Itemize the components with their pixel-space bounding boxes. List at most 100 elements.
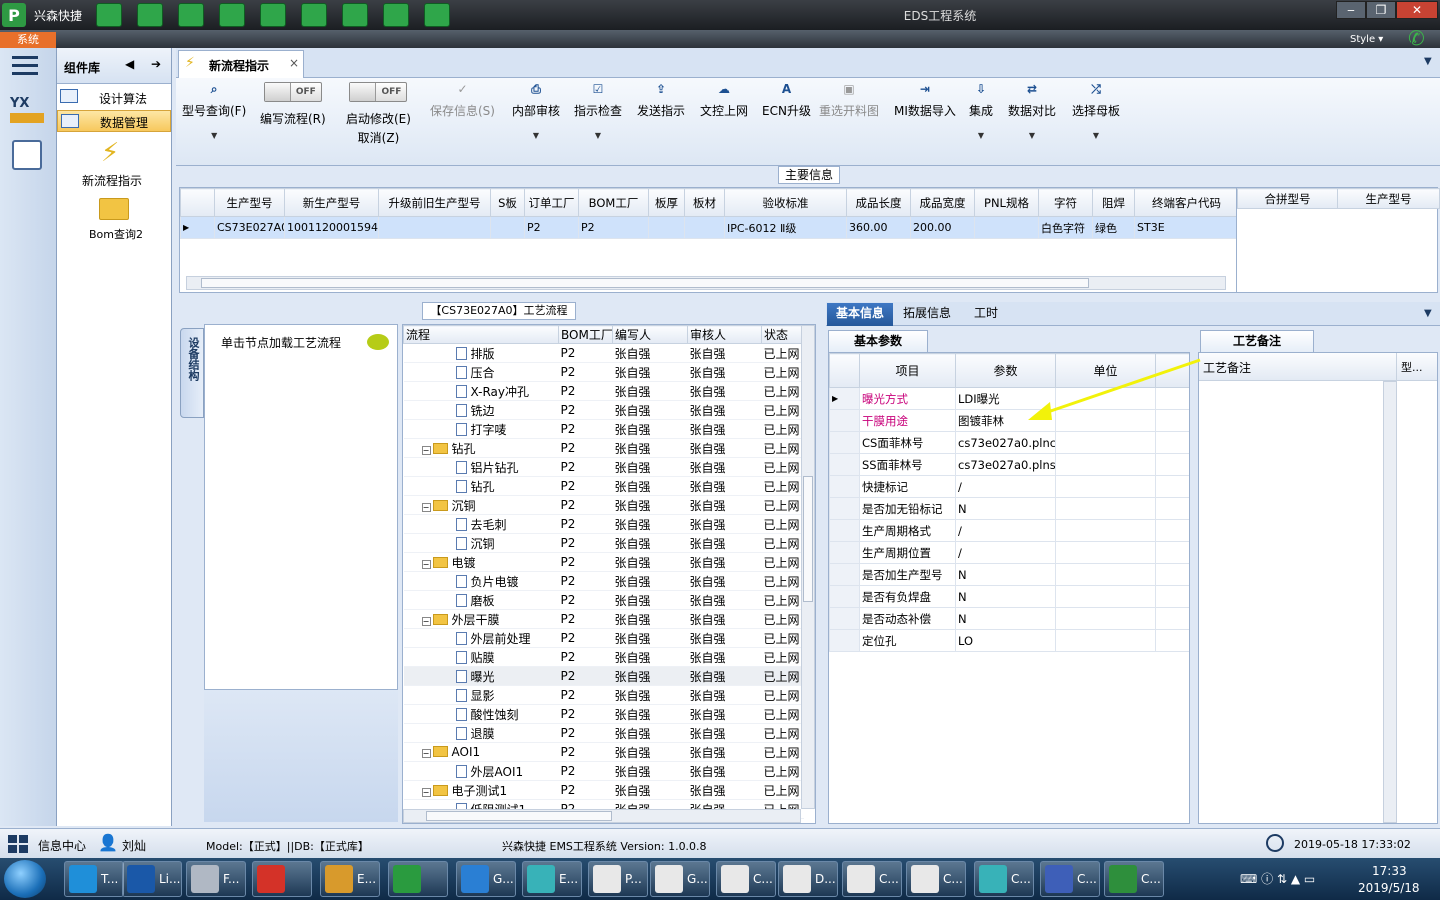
collapse-icon[interactable]: − (421, 502, 431, 512)
flow-reviewer-cell[interactable]: 张自强 (687, 400, 762, 420)
flow-writer-cell[interactable]: 张自强 (612, 476, 688, 496)
row-indicator[interactable] (829, 475, 860, 498)
flow-node[interactable]: − 电子测试1 (403, 780, 559, 800)
calculator-icon[interactable] (12, 140, 42, 170)
main-grid-header[interactable]: 成品宽度 (910, 188, 975, 217)
flow-reviewer-cell[interactable]: 张自强 (687, 571, 762, 591)
flow-bom-cell[interactable]: P2 (558, 685, 613, 705)
flow-node[interactable]: 钻孔 (403, 476, 559, 496)
flow-status-cell[interactable]: 已上网 (761, 457, 804, 477)
write-flow-toggle[interactable]: OFF 编写流程(R) (260, 82, 326, 127)
flow-status-cell[interactable]: 已上网 (761, 552, 804, 572)
flow-node[interactable]: 负片电镀 (403, 571, 559, 591)
flow-bom-cell[interactable]: P2 (558, 419, 613, 439)
flow-node[interactable]: 退膜 (403, 723, 559, 743)
flow-row[interactable]: 压合 P2 张自强 张自强 已上网 (403, 362, 804, 382)
flow-row[interactable]: 铣边 P2 张自强 张自强 已上网 (403, 400, 804, 420)
flow-node[interactable]: 去毛刺 (403, 514, 559, 534)
param-cell[interactable]: N (955, 563, 1056, 586)
close-button[interactable]: ✕ (1396, 1, 1438, 19)
flow-writer-cell[interactable]: 张自强 (612, 723, 688, 743)
main-grid-header[interactable]: 订单工厂 (524, 188, 579, 217)
flow-node[interactable]: − 电镀 (403, 552, 559, 572)
row-indicator[interactable] (829, 409, 860, 432)
param-cell[interactable] (1055, 453, 1156, 476)
flow-bom-cell[interactable]: P2 (558, 362, 613, 382)
flow-status-cell[interactable]: 已上网 (761, 362, 804, 382)
flow-row[interactable]: 外层AOI1 P2 张自强 张自强 已上网 (403, 761, 804, 781)
collapse-icon[interactable]: − (421, 559, 431, 569)
flow-writer-cell[interactable]: 张自强 (612, 647, 688, 667)
flow-node[interactable]: 沉铜 (403, 533, 559, 553)
taskbar-button[interactable]: C... (906, 861, 966, 897)
yx-factory-icon[interactable]: YX (10, 96, 44, 128)
param-cell[interactable]: / (955, 519, 1056, 542)
flow-row[interactable]: 打字唛 P2 张自强 张自强 已上网 (403, 419, 804, 439)
chart-icon[interactable] (424, 3, 450, 27)
collapse-icon[interactable]: − (421, 445, 431, 455)
param-cell[interactable] (1055, 475, 1156, 498)
flow-row[interactable]: 钻孔 P2 张自强 张自强 已上网 (403, 476, 804, 496)
flow-status-cell[interactable]: 已上网 (761, 666, 804, 686)
complib-item-design-algorithm[interactable]: 设计算法 (57, 86, 171, 108)
param-row[interactable]: 是否动态补偿 N (829, 607, 1189, 630)
flow-writer-cell[interactable]: 张自强 (612, 514, 688, 534)
flow-node[interactable]: 排版 (403, 343, 559, 363)
flow-status-cell[interactable]: 已上网 (761, 704, 804, 724)
scissors-icon[interactable] (219, 3, 245, 27)
param-cell[interactable]: N (955, 585, 1056, 608)
flow-bom-cell[interactable]: P2 (558, 780, 613, 800)
flow-status-cell[interactable]: 已上网 (761, 438, 804, 458)
main-grid-cell[interactable]: 白色字符 (1038, 216, 1093, 239)
row-indicator[interactable] (829, 453, 860, 476)
flow-status-cell[interactable]: 已上网 (761, 647, 804, 667)
param-cell[interactable]: / (955, 475, 1056, 498)
main-grid-header[interactable]: 新生产型号 (284, 188, 379, 217)
param-cell[interactable] (1055, 497, 1156, 520)
param-cell[interactable] (1055, 607, 1156, 630)
user-icon[interactable] (383, 3, 409, 27)
main-grid-cell[interactable]: IPC-6012 Ⅱ级 (724, 216, 847, 239)
flow-row[interactable]: 退膜 P2 张自强 张自强 已上网 (403, 723, 804, 743)
taskbar-button[interactable] (252, 861, 312, 897)
flow-status-cell[interactable]: 已上网 (761, 495, 804, 515)
phone-icon[interactable]: ✆ (1408, 26, 1425, 50)
pin-icon[interactable]: ➔ (151, 57, 161, 71)
param-row[interactable]: 定位孔 LO (829, 629, 1189, 652)
main-grid-cell[interactable]: P2 (578, 216, 649, 239)
param-row[interactable]: SS面菲林号 cs73e027a0.plnss (829, 453, 1189, 476)
param-row[interactable]: 是否加无铅标记 N (829, 497, 1189, 520)
row-indicator[interactable] (829, 585, 860, 608)
taskbar-button[interactable]: C... (716, 861, 776, 897)
main-grid-header[interactable]: 终端客户代码 (1134, 188, 1236, 217)
flow-node[interactable]: 贴膜 (403, 647, 559, 667)
flow-row[interactable]: 显影 P2 张自强 张自强 已上网 (403, 685, 804, 705)
flow-bom-cell[interactable]: P2 (558, 400, 613, 420)
flow-writer-cell[interactable]: 张自强 (612, 381, 688, 401)
param-header[interactable]: 项目 (859, 353, 956, 388)
flow-header[interactable]: 编写人 (612, 325, 688, 344)
param-cell[interactable]: SS面菲林号 (859, 453, 956, 476)
flow-row[interactable]: 负片电镀 P2 张自强 张自强 已上网 (403, 571, 804, 591)
main-grid-hscrollbar[interactable] (186, 276, 1226, 290)
flow-row[interactable]: 曝光 P2 张自强 张自强 已上网 (403, 666, 804, 686)
list-icon[interactable] (342, 3, 368, 27)
start-button-icon[interactable] (4, 860, 46, 898)
flow-status-cell[interactable]: 已上网 (761, 400, 804, 420)
flow-bom-cell[interactable]: P2 (558, 552, 613, 572)
flow-writer-cell[interactable]: 张自强 (612, 666, 688, 686)
flow-writer-cell[interactable]: 张自强 (612, 552, 688, 572)
param-cell[interactable] (1055, 431, 1156, 454)
main-grid-header[interactable]: 阻焊 (1092, 188, 1135, 217)
param-row[interactable]: 是否加生产型号 N (829, 563, 1189, 586)
complib-bom-query[interactable]: Bom查询2 (57, 194, 171, 242)
search-icon[interactable] (96, 3, 122, 27)
taskbar-button[interactable]: C... (842, 861, 902, 897)
main-grid-header[interactable]: 生产型号 (214, 188, 285, 217)
row-indicator[interactable]: ▶ (180, 216, 215, 239)
flow-status-cell[interactable]: 已上网 (761, 533, 804, 553)
flow-status-cell[interactable]: 已上网 (761, 723, 804, 743)
write-flow-switch[interactable]: OFF (263, 82, 322, 102)
save-info-button[interactable]: ✓ 保存信息(S) (430, 82, 495, 119)
param-cell[interactable] (1055, 563, 1156, 586)
